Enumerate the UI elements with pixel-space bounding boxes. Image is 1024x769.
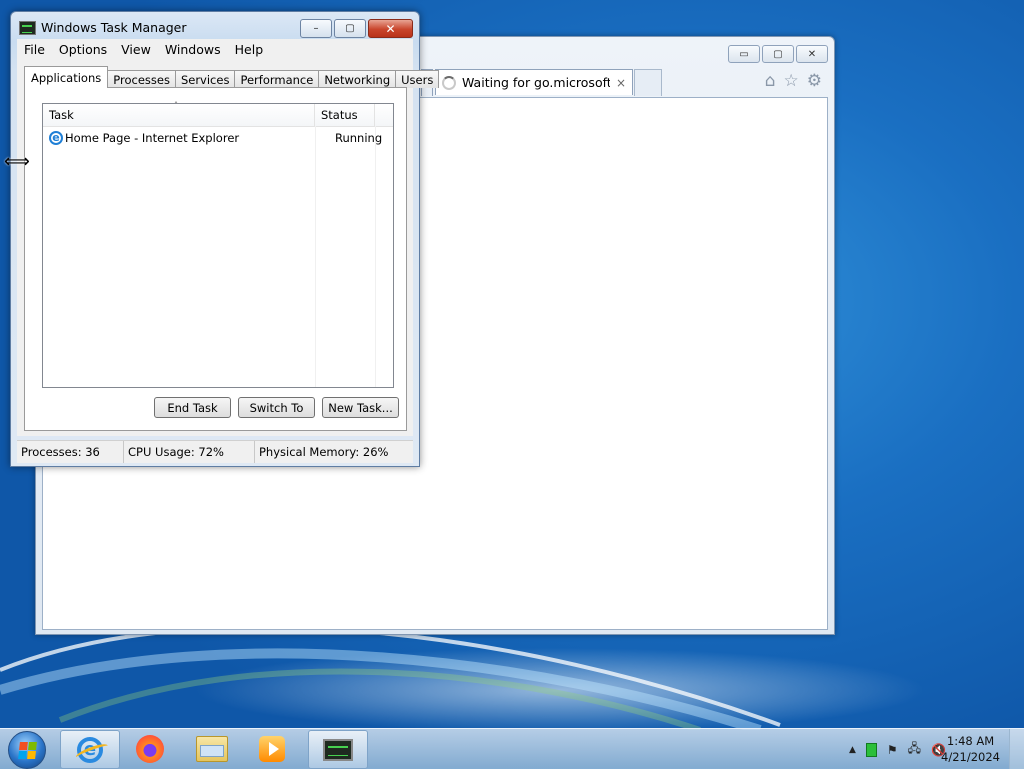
tab-close-icon[interactable]: × bbox=[616, 76, 626, 90]
tm-minimize-button[interactable]: – bbox=[300, 19, 332, 38]
tm-titlebar[interactable]: Windows Task Manager bbox=[19, 20, 187, 35]
network-icon[interactable]: 🖧 bbox=[908, 739, 921, 760]
tm-status-bar: Processes: 36 CPU Usage: 72% Physical Me… bbox=[17, 440, 413, 463]
table-row[interactable]: e Home Page - Internet Explorer Running bbox=[43, 128, 393, 147]
firefox-icon bbox=[136, 734, 164, 763]
tm-window-controls: – ▢ ✕ bbox=[298, 19, 413, 38]
folder-explorer-icon bbox=[196, 735, 228, 762]
switch-to-button[interactable]: Switch To bbox=[238, 397, 315, 418]
menu-options[interactable]: Options bbox=[52, 42, 114, 57]
applications-panel: ˆ Task Status e Home Page - Internet Exp… bbox=[24, 87, 407, 431]
tm-close-button[interactable]: ✕ bbox=[368, 19, 413, 38]
status-cpu-usage: CPU Usage: 72% bbox=[124, 441, 255, 463]
task-manager-window[interactable]: Windows Task Manager – ▢ ✕ File Options … bbox=[10, 11, 440, 467]
ie-tab-active[interactable]: Waiting for go.microsoft.c... × bbox=[435, 69, 633, 95]
home-icon[interactable]: ⌂ bbox=[765, 71, 776, 91]
taskbar-internet-explorer[interactable]: e bbox=[60, 730, 120, 769]
taskbar-windows-explorer[interactable] bbox=[183, 730, 241, 767]
tm-tabs: Applications Processes Services Performa… bbox=[24, 66, 440, 88]
task-manager-icon bbox=[323, 738, 353, 761]
favorites-star-icon[interactable]: ☆ bbox=[784, 71, 799, 91]
ie-tab-title: Waiting for go.microsoft.c... bbox=[462, 75, 610, 90]
tab-performance[interactable]: Performance bbox=[234, 70, 320, 88]
status-physical-memory: Physical Memory: 26% bbox=[259, 445, 389, 459]
internet-explorer-icon: e bbox=[49, 130, 63, 145]
taskbar: e ▲ ⚑ 🖧 🔇 1:48 AM 4/21/2024 bbox=[0, 728, 1024, 769]
internet-explorer-icon: e bbox=[77, 736, 103, 763]
taskbar-task-manager[interactable] bbox=[308, 730, 368, 769]
column-divider bbox=[375, 126, 376, 387]
clock-time: 1:48 AM bbox=[946, 734, 995, 748]
task-list[interactable]: ˆ Task Status e Home Page - Internet Exp… bbox=[42, 101, 394, 388]
ie-maximize-button[interactable]: ▢ bbox=[762, 45, 794, 63]
tab-processes[interactable]: Processes bbox=[107, 70, 176, 88]
resize-cursor-icon: ⟺ bbox=[4, 151, 30, 172]
ie-tab-strip: Waiting for go.microsoft.c... × bbox=[421, 69, 662, 97]
tab-users[interactable]: Users bbox=[395, 70, 440, 88]
tm-menu-bar: File Options View Windows Help bbox=[17, 39, 413, 60]
sort-ascending-icon: ˆ bbox=[174, 101, 178, 110]
task-manager-app-icon bbox=[19, 20, 36, 35]
battery-status-icon[interactable] bbox=[865, 742, 877, 757]
column-header-status[interactable]: Status bbox=[315, 104, 375, 126]
tab-applications[interactable]: Applications bbox=[24, 66, 109, 88]
settings-gear-icon[interactable]: ⚙ bbox=[807, 71, 822, 91]
media-player-icon bbox=[259, 735, 285, 762]
ie-close-button[interactable]: ✕ bbox=[796, 45, 828, 63]
clock-date: 4/21/2024 bbox=[941, 750, 1000, 764]
task-list-header: ˆ Task Status bbox=[43, 101, 393, 127]
taskbar-firefox[interactable] bbox=[121, 730, 179, 767]
windows-logo-icon bbox=[17, 741, 37, 759]
column-divider bbox=[315, 126, 316, 387]
new-tab-button[interactable] bbox=[634, 69, 662, 96]
column-header-task[interactable]: ˆ Task bbox=[43, 101, 315, 126]
loading-spinner-icon bbox=[442, 75, 456, 90]
column-status-label: Status bbox=[321, 108, 358, 122]
ie-toolbar-icons: ⌂ ☆ ⚙ bbox=[765, 71, 822, 91]
tab-services[interactable]: Services bbox=[174, 70, 236, 88]
taskbar-media-player[interactable] bbox=[243, 730, 301, 767]
show-desktop-button[interactable] bbox=[1009, 729, 1024, 769]
ie-minimize-button[interactable]: ▭ bbox=[728, 45, 760, 63]
action-center-flag-icon[interactable]: ⚑ bbox=[887, 743, 898, 757]
column-task-label: Task bbox=[49, 108, 74, 122]
row-task-name: Home Page - Internet Explorer bbox=[65, 130, 240, 145]
taskbar-clock[interactable]: 1:48 AM 4/21/2024 bbox=[941, 733, 1000, 765]
menu-view[interactable]: View bbox=[114, 42, 158, 57]
show-hidden-icons-button[interactable]: ▲ bbox=[849, 745, 856, 755]
tab-networking[interactable]: Networking bbox=[318, 70, 397, 88]
system-tray: ▲ ⚑ 🖧 🔇 bbox=[849, 739, 946, 760]
tm-body: Applications Processes Services Performa… bbox=[17, 60, 440, 436]
end-task-button[interactable]: End Task bbox=[154, 397, 231, 418]
ie-window-controls: ▭ ▢ ✕ bbox=[728, 45, 828, 63]
menu-windows[interactable]: Windows bbox=[158, 42, 228, 57]
tm-title: Windows Task Manager bbox=[41, 20, 187, 35]
row-task-status: Running bbox=[335, 130, 383, 145]
new-task-button[interactable]: New Task... bbox=[322, 397, 399, 418]
menu-help[interactable]: Help bbox=[228, 42, 271, 57]
start-button[interactable] bbox=[8, 731, 46, 769]
menu-file[interactable]: File bbox=[17, 42, 52, 57]
status-processes: Processes: 36 bbox=[17, 441, 124, 463]
tm-maximize-button[interactable]: ▢ bbox=[334, 19, 366, 38]
